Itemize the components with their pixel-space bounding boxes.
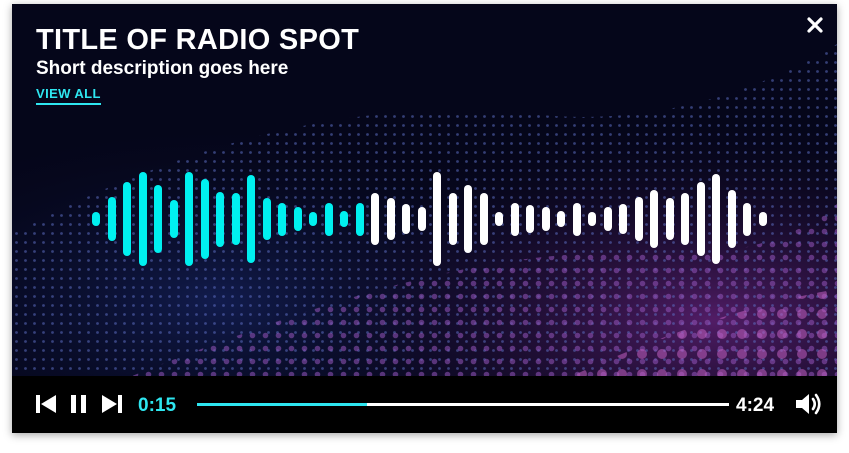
waveform-bar bbox=[278, 202, 286, 236]
waveform-bar bbox=[712, 173, 720, 265]
waveform-bar bbox=[386, 198, 395, 240]
waveform-bar bbox=[138, 172, 147, 266]
waveform-bar bbox=[526, 205, 534, 233]
waveform-bar bbox=[402, 203, 410, 235]
waveform-bar bbox=[665, 198, 674, 240]
waveform-bar bbox=[247, 175, 255, 263]
waveform-bar bbox=[557, 211, 565, 227]
spot-title: TITLE OF RADIO SPOT bbox=[36, 24, 360, 56]
waveform-bar bbox=[650, 190, 658, 248]
waveform-bar bbox=[433, 172, 441, 266]
waveform-bar bbox=[309, 212, 317, 226]
close-icon[interactable] bbox=[804, 14, 826, 36]
skip-previous-icon[interactable] bbox=[34, 392, 58, 416]
waveform-bar bbox=[371, 192, 379, 246]
waveform-bar bbox=[107, 197, 116, 241]
waveform-bar bbox=[262, 198, 271, 240]
pause-icon[interactable] bbox=[69, 392, 89, 416]
waveform-bar bbox=[92, 212, 100, 226]
waveform-bar bbox=[231, 192, 240, 246]
skip-next-icon[interactable] bbox=[100, 392, 124, 416]
waveform-bar bbox=[727, 190, 736, 248]
waveform-bar bbox=[417, 206, 426, 232]
waveform-bar bbox=[495, 212, 503, 226]
waveform-bar bbox=[541, 206, 550, 232]
waveform-bar bbox=[588, 212, 596, 226]
waveform-bar bbox=[169, 199, 178, 239]
waveform-bar bbox=[355, 202, 364, 236]
audio-waveform[interactable] bbox=[12, 154, 837, 284]
waveform-bar bbox=[464, 184, 472, 254]
player-controls-bar: 0:15 4:24 bbox=[12, 376, 837, 433]
waveform-bar bbox=[185, 172, 193, 266]
waveform-bar bbox=[758, 212, 767, 226]
waveform-bar bbox=[154, 184, 162, 254]
total-time: 4:24 bbox=[736, 395, 775, 416]
waveform-bar bbox=[743, 202, 751, 236]
radio-spot-player: TITLE OF RADIO SPOT Short description go… bbox=[12, 4, 837, 433]
waveform-bar bbox=[479, 192, 488, 246]
waveform-bar bbox=[619, 203, 627, 235]
waveform-bar bbox=[603, 206, 612, 232]
spot-description: Short description goes here bbox=[36, 58, 289, 79]
waveform-bar bbox=[448, 192, 457, 246]
current-time: 0:15 bbox=[138, 395, 177, 416]
view-all-link[interactable]: VIEW ALL bbox=[36, 86, 101, 105]
progress-fill bbox=[197, 403, 368, 406]
waveform-bar bbox=[123, 181, 131, 257]
waveform-bar bbox=[216, 191, 224, 247]
waveform-bar bbox=[340, 211, 348, 227]
volume-icon[interactable] bbox=[794, 391, 824, 417]
waveform-bar bbox=[510, 202, 519, 236]
waveform-bar bbox=[634, 197, 643, 241]
waveform-bar bbox=[293, 206, 302, 232]
waveform-bar bbox=[324, 202, 333, 236]
progress-slider[interactable] bbox=[197, 403, 729, 406]
waveform-bar bbox=[681, 192, 689, 246]
waveform-bar bbox=[696, 181, 705, 257]
waveform-bar bbox=[572, 202, 581, 236]
waveform-bar bbox=[200, 179, 209, 259]
